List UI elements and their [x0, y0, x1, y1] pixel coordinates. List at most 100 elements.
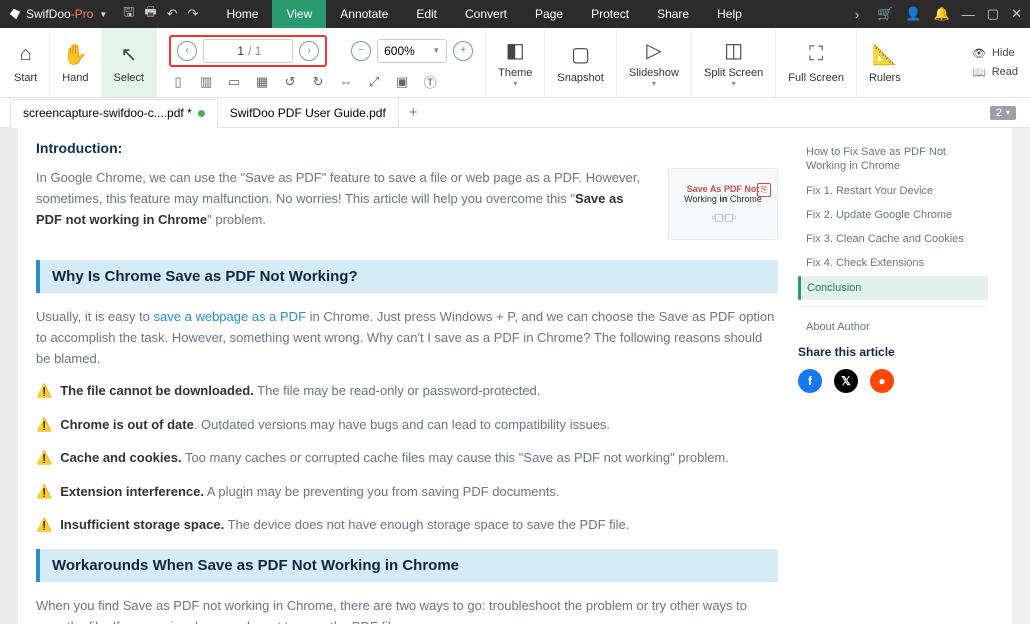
prev-page-button[interactable]: ‹	[177, 41, 197, 61]
link-save-webpage[interactable]: save a webpage as a PDF	[154, 309, 306, 324]
toc-item-howto[interactable]: How to Fix Save as PDF Not Working in Ch…	[798, 140, 988, 179]
bullet-1: ⚠️The file cannot be downloaded. The fil…	[36, 381, 778, 401]
next-page-button[interactable]: ›	[299, 41, 319, 61]
split-icon: ◫	[724, 37, 743, 63]
intro-heading: Introduction:	[36, 140, 778, 156]
close-icon[interactable]: ✕	[1011, 6, 1022, 22]
share-icons: f 𝕏 ●	[798, 369, 988, 393]
quick-actions: 🖫 🖶 ↶ ↷	[123, 3, 198, 25]
ribbon: ⌂Start ✋Hand ↖Select ‹ 1 / 1 › − 600%▼ +…	[0, 28, 1030, 98]
tab-2[interactable]: SwifDoo PDF User Guide.pdf	[218, 98, 399, 127]
toc-item-author[interactable]: About Author	[798, 315, 988, 339]
bullet-5: ⚠️Insufficient storage space. The device…	[36, 515, 778, 535]
page-input[interactable]: 1 / 1	[203, 39, 293, 63]
unsaved-dot-icon	[198, 110, 205, 117]
article: Introduction: In Google Chrome, we can u…	[36, 140, 778, 612]
camera-icon: ▢	[571, 42, 590, 68]
save-icon[interactable]: 🖫	[123, 3, 134, 25]
zoom-in-button[interactable]: +	[453, 41, 473, 61]
toc-item-fix3[interactable]: Fix 3. Clean Cache and Cookies	[798, 227, 988, 251]
bullet-4: ⚠️Extension interference. A plugin may b…	[36, 482, 778, 502]
cart-icon[interactable]: 🛒	[877, 6, 893, 22]
actual-size-icon[interactable]: ▣	[393, 73, 411, 91]
tab-1[interactable]: screencapture-swifdoo-c....pdf *	[10, 99, 218, 128]
divider	[798, 306, 988, 307]
toc-item-fix4[interactable]: Fix 4. Check Extensions	[798, 251, 988, 275]
two-continuous-icon[interactable]: ▦	[253, 73, 271, 91]
redo-icon[interactable]: ↷	[188, 6, 199, 22]
menu-convert[interactable]: Convert	[451, 0, 521, 28]
menu-share[interactable]: Share	[643, 0, 703, 28]
fullscreen-icon: ⛶	[809, 42, 823, 68]
hero-thumb: Save As PDF Not Working in Chrome ⎘ ▫◻▫◻…	[668, 168, 778, 240]
toc-item-fix2[interactable]: Fix 2. Update Google Chrome	[798, 203, 988, 227]
page-current: 1	[218, 44, 248, 58]
read-mode-button[interactable]: 📖Read	[972, 66, 1018, 79]
ribbon-right: 👁Hide 📖Read	[962, 41, 1028, 85]
menu-edit[interactable]: Edit	[402, 0, 451, 28]
ribbon-select[interactable]: ↖Select	[102, 28, 158, 97]
user-icon[interactable]: 👤	[905, 6, 921, 22]
toc-item-conclusion[interactable]: Conclusion	[798, 276, 988, 300]
single-page-icon[interactable]: ▯	[169, 73, 187, 91]
brand-dropdown-icon[interactable]: ▼	[99, 10, 107, 19]
menu-view[interactable]: View	[272, 0, 326, 28]
text-select-icon[interactable]: Ⓣ	[421, 73, 439, 91]
ribbon-start[interactable]: ⌂Start	[2, 28, 50, 97]
rotate-ccw-icon[interactable]: ↺	[281, 73, 299, 91]
facebook-icon[interactable]: f	[798, 369, 822, 393]
ribbon-split[interactable]: ◫Split Screen▾	[692, 28, 776, 97]
zoom-out-button[interactable]: −	[351, 41, 371, 61]
warning-icon: ⚠️	[36, 381, 52, 401]
fit-width-icon[interactable]: ⇔	[337, 73, 355, 91]
menu-group: Home View Annotate Edit Convert Page Pro…	[212, 0, 755, 28]
fit-page-icon[interactable]: ⤢	[365, 73, 383, 91]
reddit-icon[interactable]: ●	[870, 369, 894, 393]
h2-workarounds: Workarounds When Save as PDF Not Working…	[36, 549, 778, 582]
ribbon-hand[interactable]: ✋Hand	[50, 28, 101, 97]
undo-icon[interactable]: ↶	[167, 6, 178, 22]
theme-icon: ◧	[506, 37, 525, 63]
intro-text: In Google Chrome, we can use the "Save a…	[36, 168, 652, 240]
x-icon[interactable]: 𝕏	[834, 369, 858, 393]
page-nav: ‹ 1 / 1 ›	[169, 35, 327, 67]
minimize-icon[interactable]: —	[962, 7, 975, 22]
chevron-down-icon[interactable]: ▾	[1006, 108, 1010, 117]
ribbon-snapshot[interactable]: ▢Snapshot	[545, 28, 616, 97]
menu-help[interactable]: Help	[703, 0, 756, 28]
menu-protect[interactable]: Protect	[577, 0, 643, 28]
view-modes: ▯ ▥ ▭ ▦ ↺ ↻ ⇔ ⤢ ▣ Ⓣ	[169, 73, 473, 91]
bell-icon[interactable]: 🔔	[934, 6, 950, 22]
ribbon-theme[interactable]: ◧Theme▾	[486, 28, 545, 97]
page-total: / 1	[248, 44, 278, 58]
menu-annotate[interactable]: Annotate	[326, 0, 402, 28]
para-why: Usually, it is easy to save a webpage as…	[36, 307, 778, 369]
chevron-down-icon: ▼	[432, 46, 440, 55]
two-page-icon[interactable]: ▭	[225, 73, 243, 91]
warning-icon: ⚠️	[36, 515, 52, 535]
brand-2: -Pro	[71, 7, 94, 21]
toc-item-fix1[interactable]: Fix 1. Restart Your Device	[798, 179, 988, 203]
continuous-icon[interactable]: ▥	[197, 73, 215, 91]
new-tab-button[interactable]: +	[399, 104, 428, 121]
maximize-icon[interactable]: ▢	[987, 6, 999, 22]
hide-panel-button[interactable]: 👁Hide	[972, 47, 1018, 60]
bullet-2: ⚠️Chrome is out of date. Outdated versio…	[36, 415, 778, 435]
left-gutter	[0, 128, 18, 624]
menu-home[interactable]: Home	[212, 0, 272, 28]
pdf-page: Introduction: In Google Chrome, we can u…	[18, 128, 1012, 624]
rotate-cw-icon[interactable]: ↻	[309, 73, 327, 91]
toc-aside: How to Fix Save as PDF Not Working in Ch…	[798, 140, 988, 612]
pages-icon: ▫◻▫◻▫	[712, 210, 735, 224]
zoom-select[interactable]: 600%▼	[377, 39, 447, 63]
ribbon-full[interactable]: ⛶Full Screen	[776, 28, 857, 97]
ribbon-slideshow[interactable]: ▷Slideshow▾	[617, 28, 692, 97]
overflow-icon[interactable]: ›	[849, 7, 865, 22]
ribbon-rulers[interactable]: 📐Rulers	[857, 28, 913, 97]
share-label: Share this article	[798, 345, 988, 359]
window-controls: › 🛒 👤 🔔 — ▢ ✕	[849, 6, 1030, 22]
print-icon[interactable]: 🖶	[144, 3, 156, 25]
warning-icon: ⚠️	[36, 415, 52, 435]
app-logo: SwifDoo-Pro ▼	[0, 7, 117, 21]
menu-page[interactable]: Page	[521, 0, 577, 28]
